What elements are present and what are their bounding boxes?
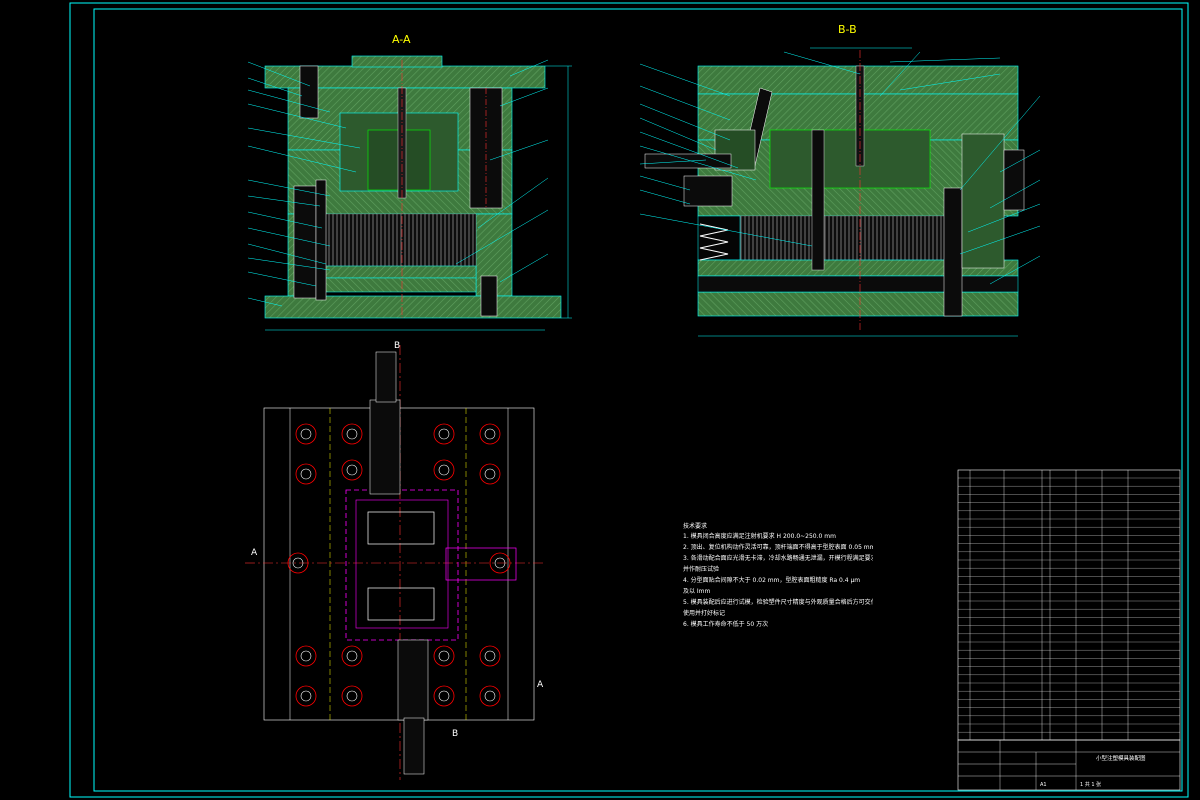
notes-title: 技术要求 [683,523,708,530]
bb-leader [889,57,1001,63]
title-block: 小型注塑模具装配图 A1 1 共 1 张 [957,739,1181,791]
plan-marker-b-bottom: B [452,729,458,739]
plan-side-cylinder [445,547,517,581]
bolt-hole-inner-icon [300,650,312,662]
bb-slide-core [769,129,931,189]
outer-border [69,2,1189,798]
bolt-hole-inner-icon [438,428,450,440]
notes-line: 5. 模具装配后应进行试模，检验塑件尺寸精度与外观质量合格后方可交付 [683,599,873,606]
bolt-hole-inner-icon [300,468,312,480]
bolt-hole-inner-icon [438,690,450,702]
plan-top-nozzle [375,351,397,403]
bb-hydraulic-cylinder [683,175,733,207]
aa-locating-ring [351,55,443,68]
bolt-hole-inner-icon [346,464,358,476]
plan-cavity-outline [345,489,459,641]
bolt-hole-inner-icon [346,428,358,440]
plan-bottom-slider [397,639,429,721]
bb-leader [639,189,691,205]
notes-line: 2. 顶出、复位机构动作灵活可靠，顶杆端面不得高于型腔表面 0.05 mm [683,544,873,551]
notes-line: 6. 模具工作寿命不低于 50 万次 [683,621,769,628]
aa-ejector-pins [323,213,477,267]
notes-line: 及以 Imm [683,588,711,595]
notes-line: 4. 分型面贴合间隙不大于 0.02 mm，型腔表面粗糙度 Ra 0.4 μm [683,577,861,584]
bb-retainer-plate [697,275,1019,293]
aa-top-screw [299,65,319,119]
bolt-hole-inner-icon [484,650,496,662]
plan-marker-a-left: A [251,548,258,558]
inner-border [93,8,1183,792]
bolt-hole-icon [295,645,317,667]
bb-guide-bush [943,187,963,317]
bolt-hole-icon [433,645,455,667]
bb-core-pin [811,129,825,271]
section-aa-view: A-A [264,33,572,331]
section-aa-title: A-A [392,33,411,46]
bolt-hole-icon [295,685,317,707]
bolt-hole-icon [479,423,501,445]
plan-part-bottom [367,587,435,621]
cad-drawing-sheet: A-A B-B B B A A 小型注塑模具装配图 A1 1 共 1 张 [69,2,1189,798]
notes-line: 1. 模具闭合高度应满足注射机要求 H 200.0~250.0 mm [683,533,836,540]
bolt-hole-inner-icon [484,690,496,702]
parts-list [957,469,1181,741]
notes-line: 3. 各滑动配合面应光滑无卡滞，冷却水路畅通无泄漏，开模行程满足要求 [683,555,873,562]
plan-part-top [367,511,435,545]
bb-bottom-clamp-plate [697,291,1019,317]
aa-return-pin [315,179,327,301]
bb-spacer-left [697,215,741,261]
bolt-hole-inner-icon [346,690,358,702]
plan-view: B B A A [245,341,545,780]
section-bb-view: B-B [644,23,1025,337]
bolt-hole-inner-icon [346,650,358,662]
bolt-hole-icon [433,423,455,445]
plan-marker-b-top: B [394,341,400,351]
notes-line: 使用并打好标记 [683,610,726,617]
aa-bottom-screw [480,275,498,317]
bb-leader [639,175,691,191]
drawing-sheet: 1 共 1 张 [1080,781,1101,788]
bolt-hole-icon [295,423,317,445]
bb-side-plate [1003,149,1025,211]
bolt-hole-icon [479,463,501,485]
bb-cooling-block [961,133,1005,269]
bolt-hole-icon [295,463,317,485]
bolt-hole-icon [433,685,455,707]
notes-line: 并作耐压试验 [683,566,720,573]
bolt-hole-inner-icon [484,428,496,440]
section-bb-title: B-B [838,23,857,36]
bolt-hole-inner-icon [438,650,450,662]
drawing-scale: A1 [1040,782,1047,788]
bolt-hole-icon [341,645,363,667]
bolt-hole-icon [479,645,501,667]
notes-lines: 1. 模具闭合高度应满足注射机要求 H 200.0~250.0 mm 2. 顶出、… [683,532,873,630]
aa-ejector-retainer-plate [323,265,477,279]
bolt-hole-icon [433,459,455,481]
bolt-hole-inner-icon [300,428,312,440]
bb-ejector-pins [739,215,947,261]
plan-marker-a-right: A [537,680,544,690]
bolt-hole-inner-icon [484,468,496,480]
aa-bottom-clamp-plate [264,295,562,319]
technical-notes: 技术要求 1. 模具闭合高度应满足注射机要求 H 200.0~250.0 mm 2… [683,522,873,631]
bolt-hole-inner-icon [438,464,450,476]
bolt-hole-icon [341,685,363,707]
plan-bottom-nozzle [403,717,425,775]
bolt-hole-inner-icon [300,690,312,702]
aa-ejector-plate [323,277,477,293]
bolt-hole-icon [341,423,363,445]
bolt-hole-icon [341,459,363,481]
plan-top-slider [369,399,401,495]
bolt-hole-icon [479,685,501,707]
drawing-name: 小型注塑模具装配图 [1096,754,1146,762]
